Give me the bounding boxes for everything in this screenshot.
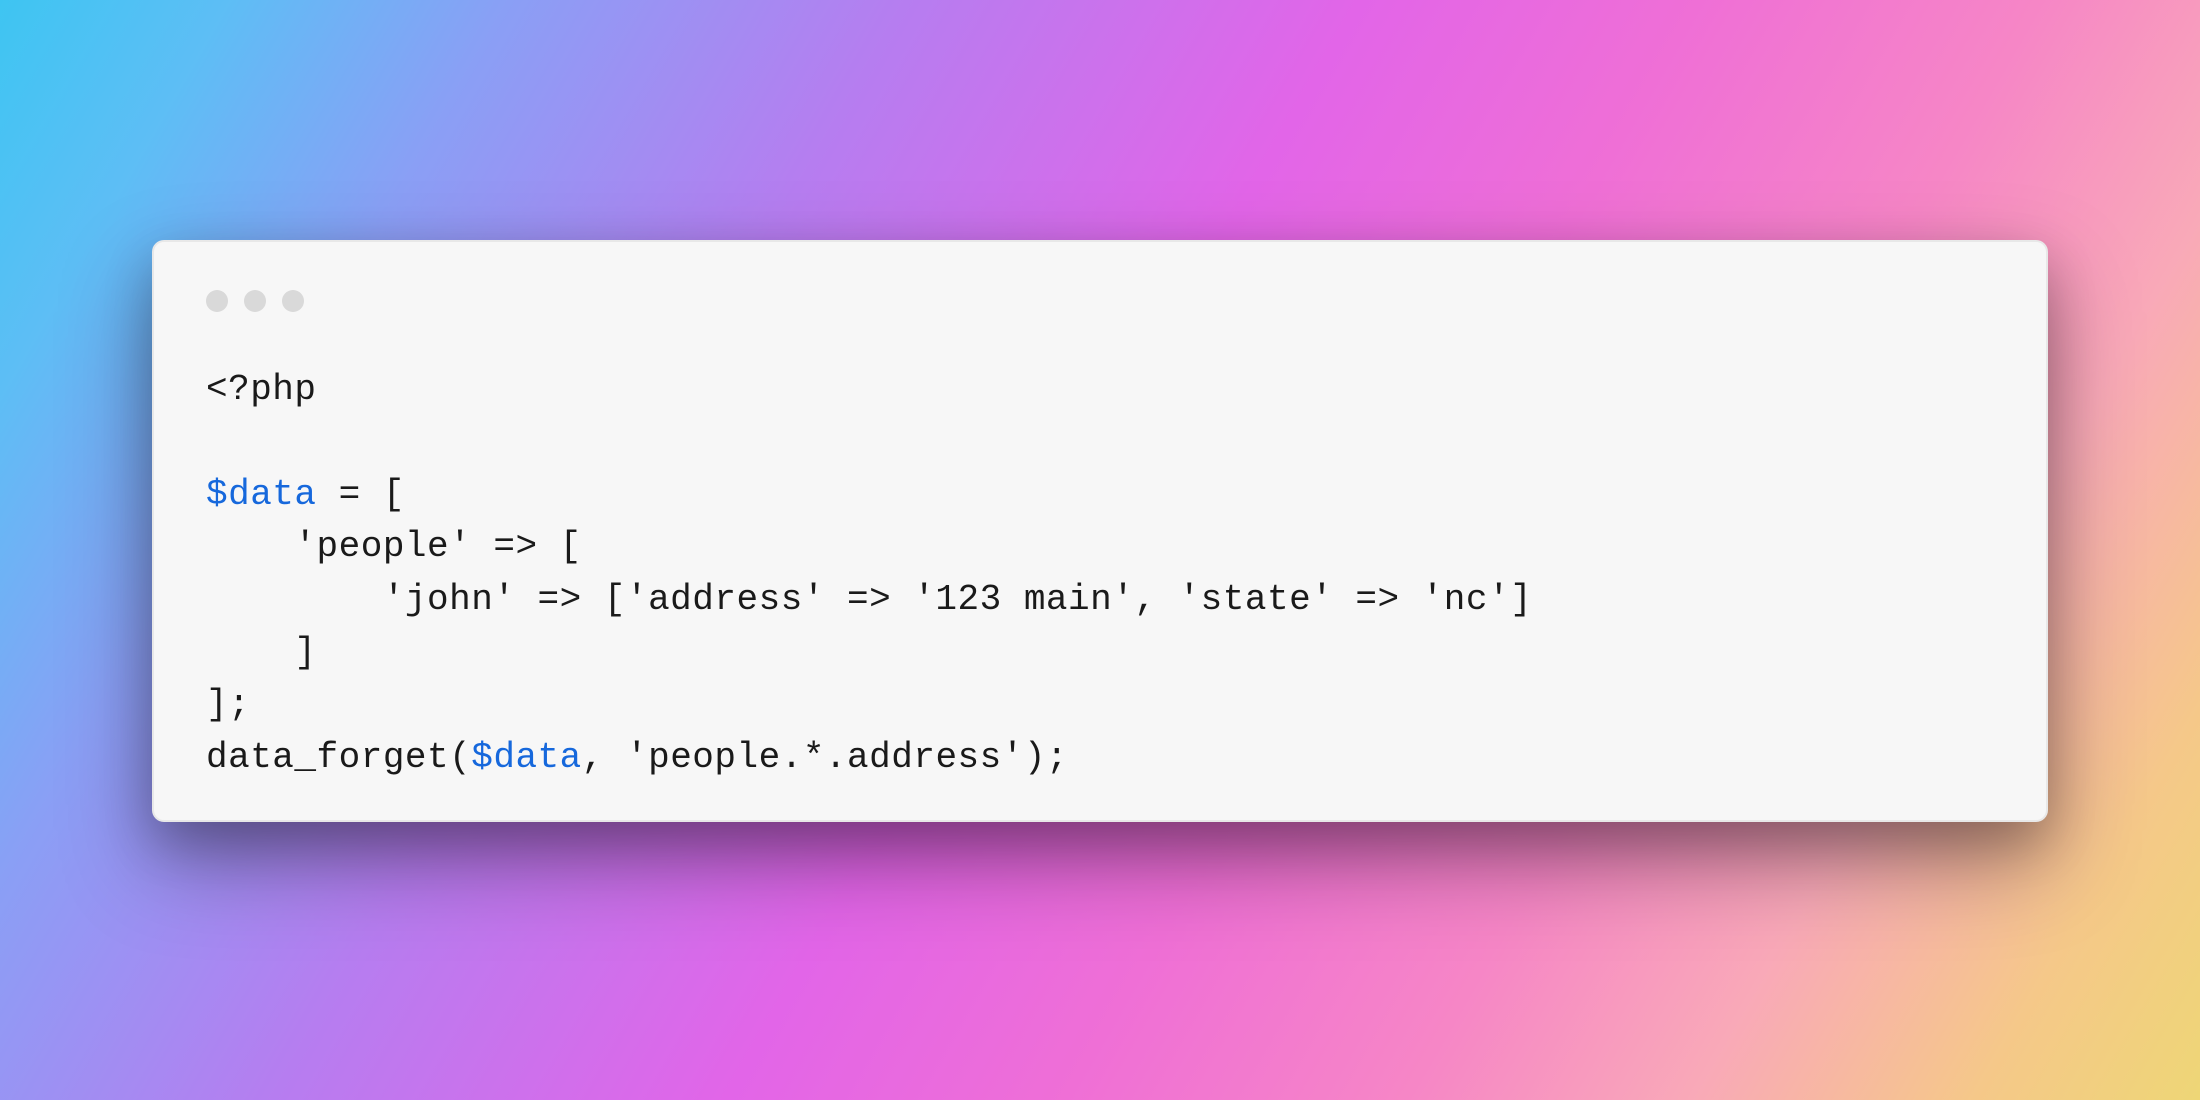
code-block: <?php $data = [ 'people' => [ 'john' => … [206,364,1994,784]
code-line-7: ]; [206,684,250,725]
code-line-5: 'john' => ['address' => '123 main', 'sta… [206,579,1532,620]
code-line-4: 'people' => [ [206,526,582,567]
code-line-6: ] [206,632,317,673]
code-text: = [ [317,474,405,515]
code-variable: $data [206,474,317,515]
code-window: <?php $data = [ 'people' => [ 'john' => … [152,240,2048,822]
window-control-close-icon[interactable] [206,290,228,312]
code-text: data_forget( [206,737,471,778]
window-controls [206,290,1994,312]
code-text: , 'people.*.address'); [582,737,1068,778]
code-variable: $data [471,737,582,778]
window-control-minimize-icon[interactable] [244,290,266,312]
window-control-maximize-icon[interactable] [282,290,304,312]
code-line-1: <?php [206,369,317,410]
